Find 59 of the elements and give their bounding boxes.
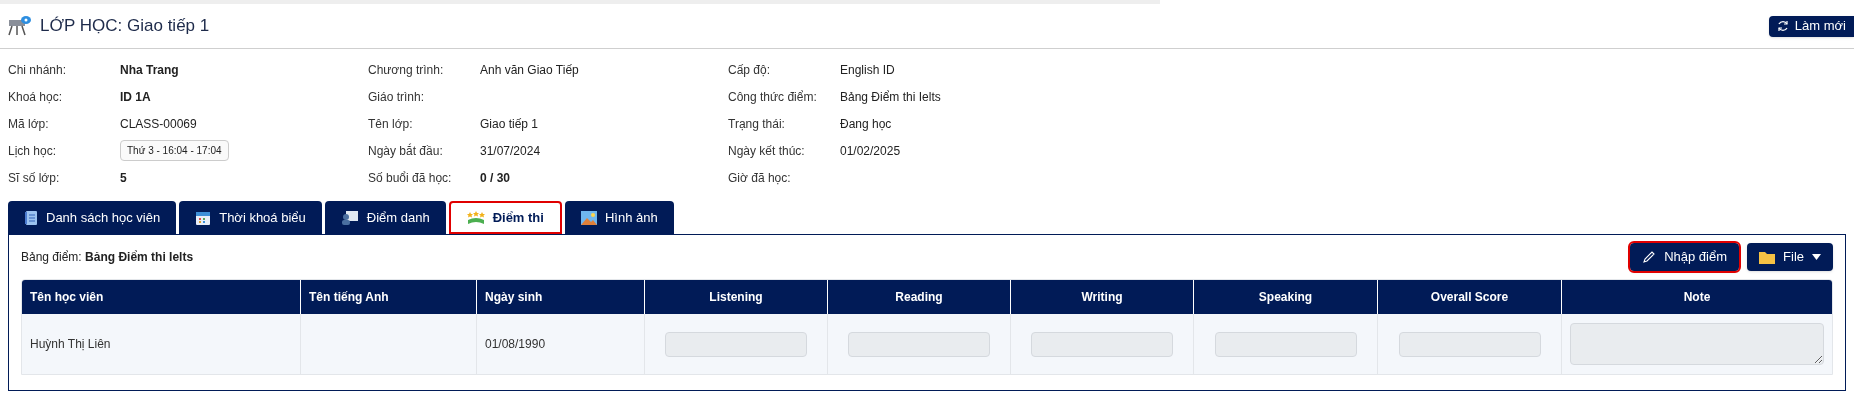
tab[interactable]: Điểm thi	[448, 201, 562, 234]
field-value: Anh văn Giao Tiếp	[480, 61, 579, 79]
folder-icon	[1759, 250, 1776, 264]
field-value: English ID	[840, 61, 895, 79]
page-title: LỚP HỌC: Giao tiếp 1	[40, 15, 210, 38]
column-header: Ngày sinh	[485, 289, 543, 306]
pencil-icon	[1642, 250, 1657, 264]
field-label: Tên lớp:	[368, 115, 414, 133]
tab[interactable]: Danh sách học viên	[8, 201, 177, 234]
field-label: Công thức điểm:	[728, 88, 818, 106]
presenter-icon	[340, 209, 359, 226]
field-value: 31/07/2024	[480, 142, 541, 160]
column-header: Listening	[709, 289, 763, 306]
field-value: CLASS-00069	[120, 115, 197, 133]
notebook-icon	[24, 209, 38, 226]
field-label: Lịch học:	[8, 142, 58, 160]
field-label: Chi nhánh:	[8, 61, 68, 79]
projector-icon	[8, 15, 32, 37]
tab[interactable]: Hình ảnh	[564, 201, 674, 234]
field-label: Trạng thái:	[728, 115, 786, 133]
field-value: ID 1A	[120, 88, 151, 106]
field-label: Ngày bắt đầu:	[368, 142, 444, 160]
field-label: Ngày kết thúc:	[728, 142, 806, 160]
schedule-chip: Thứ 3 - 16:04 - 17:04	[120, 140, 229, 161]
field-label: Số buổi đã học:	[368, 169, 453, 187]
stars-icon	[466, 210, 485, 225]
column-header: Speaking	[1258, 289, 1313, 306]
field-label: Giáo trình:	[368, 88, 426, 106]
field-value: 5	[120, 169, 127, 187]
refresh-button[interactable]: Làm mới	[1768, 15, 1854, 37]
field-value: 0 / 30	[480, 169, 511, 187]
score-sheet-label: Bảng điểm: Bảng Điểm thi Ielts	[21, 249, 194, 266]
table-cell-text: 01/08/1990	[485, 336, 546, 353]
field-value: Đang học	[840, 115, 892, 133]
column-header: Writing	[1081, 289, 1123, 306]
field-label: Giờ đã học:	[728, 169, 792, 187]
field-label: Khoá học:	[8, 88, 64, 106]
field-value: Nha Trang	[120, 61, 179, 79]
calendar-icon	[195, 209, 212, 226]
image-icon	[580, 210, 597, 225]
field-label: Mã lớp:	[8, 115, 50, 133]
column-header: Reading	[895, 289, 943, 306]
caret-icon	[1812, 254, 1821, 260]
column-header: Note	[1683, 289, 1711, 306]
field-label: Chương trình:	[368, 61, 445, 79]
column-header: Tên học viên	[30, 289, 104, 306]
field-label: Cấp độ:	[728, 61, 772, 79]
field-value: Giao tiếp 1	[480, 115, 539, 133]
table-cell-text: Huỳnh Thị Liên	[30, 336, 111, 353]
column-header: Overall Score	[1430, 289, 1509, 306]
field-value: Bảng Điểm thi Ielts	[840, 88, 941, 106]
tab[interactable]: Điểm danh	[324, 201, 446, 234]
file-dropdown-button[interactable]: File	[1747, 243, 1833, 271]
tab[interactable]: Thời khoá biểu	[179, 201, 322, 234]
column-header: Tên tiếng Anh	[309, 289, 389, 306]
field-value: 01/02/2025	[840, 142, 901, 160]
field-label: Sĩ số lớp:	[8, 169, 61, 187]
refresh-icon	[1776, 20, 1789, 32]
enter-scores-button[interactable]: Nhập điểm	[1630, 243, 1740, 271]
